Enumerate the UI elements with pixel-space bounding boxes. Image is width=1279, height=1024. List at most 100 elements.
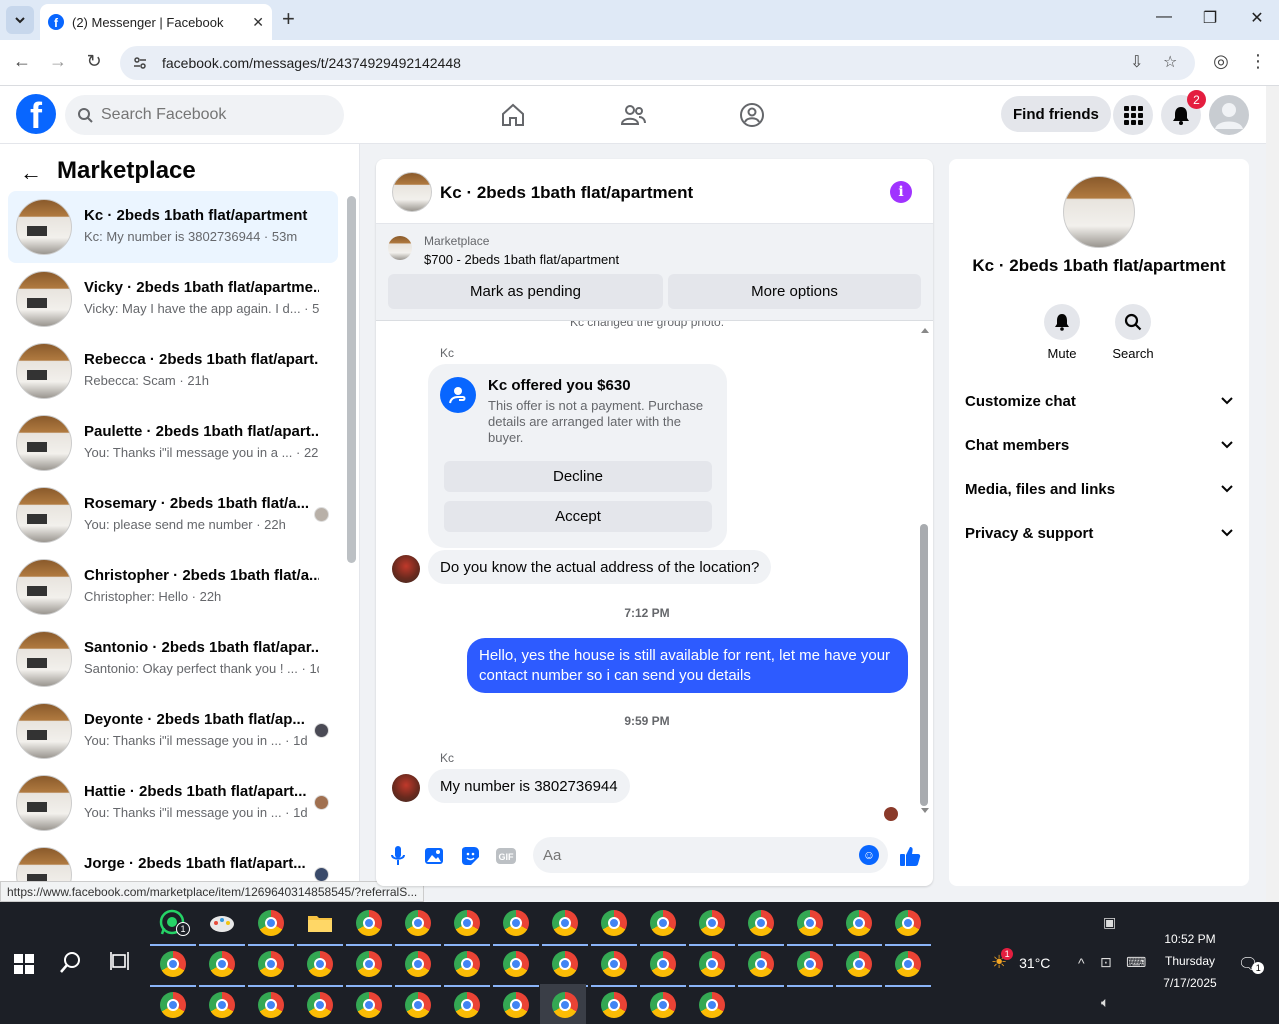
menu-kebab-icon[interactable]: ⋮ xyxy=(1246,51,1270,72)
windows-start-icon[interactable] xyxy=(14,954,34,974)
page-scrollbar[interactable] xyxy=(1266,86,1279,902)
window-close-icon[interactable]: ✕ xyxy=(1245,8,1269,28)
chrome-icon[interactable] xyxy=(452,990,482,1020)
chrome-icon[interactable] xyxy=(493,908,539,946)
photo-icon[interactable] xyxy=(422,844,446,868)
search-input[interactable] xyxy=(101,106,321,124)
network-icon[interactable]: ⊡ xyxy=(1100,954,1112,971)
conversation-item[interactable]: Vicky · 2beds 1bath flat/apartme... Vick… xyxy=(8,263,338,335)
chrome-icon[interactable] xyxy=(354,990,384,1020)
chrome-icon[interactable] xyxy=(738,908,784,946)
chrome-icon[interactable] xyxy=(248,949,294,987)
file-explorer-icon[interactable] xyxy=(297,908,343,946)
chrome-icon[interactable] xyxy=(836,949,882,987)
back-arrow-icon[interactable]: ← xyxy=(10,51,34,72)
home-icon[interactable] xyxy=(493,98,533,132)
chat-members-section[interactable]: Chat members xyxy=(965,430,1233,460)
info-icon[interactable]: i xyxy=(890,181,912,203)
chrome-icon[interactable] xyxy=(885,908,931,946)
menu-grid-icon[interactable] xyxy=(1113,95,1153,135)
chat-scrollbar-thumb[interactable] xyxy=(920,524,928,806)
back-arrow-icon[interactable]: ← xyxy=(20,160,42,186)
chat-title[interactable]: Kc · 2beds 1bath flat/apartment xyxy=(440,183,693,203)
url-text[interactable]: facebook.com/messages/t/2437492949214244… xyxy=(162,55,461,71)
forward-arrow-icon[interactable]: → xyxy=(46,51,70,72)
chrome-icon[interactable] xyxy=(444,908,490,946)
chrome-icon[interactable] xyxy=(640,908,686,946)
keyboard-icon[interactable]: ⌨ xyxy=(1126,954,1146,971)
privacy-support-section[interactable]: Privacy & support xyxy=(965,518,1233,548)
chrome-icon[interactable] xyxy=(158,990,188,1020)
groups-icon[interactable] xyxy=(732,98,772,132)
friends-icon[interactable] xyxy=(613,98,653,132)
conversation-item[interactable]: Deyonte · 2beds 1bath flat/ap... You: Th… xyxy=(8,695,338,767)
chrome-icon[interactable] xyxy=(150,949,196,987)
sticker-icon[interactable] xyxy=(458,844,482,868)
clock-time[interactable]: 10:52 PM xyxy=(1160,932,1220,946)
chrome-icon[interactable] xyxy=(493,949,539,987)
facebook-logo-icon[interactable]: f xyxy=(16,94,56,134)
mark-as-pending-button[interactable]: Mark as pending xyxy=(388,274,663,309)
chrome-icon[interactable] xyxy=(787,949,833,987)
message-input[interactable] xyxy=(543,837,843,873)
chrome-icon[interactable] xyxy=(542,908,588,946)
chrome-icon[interactable] xyxy=(305,990,335,1020)
chrome-icon[interactable] xyxy=(346,908,392,946)
chrome-icon[interactable] xyxy=(689,908,735,946)
clock-day[interactable]: Thursday xyxy=(1160,954,1220,968)
chrome-icon[interactable] xyxy=(444,949,490,987)
chrome-icon[interactable] xyxy=(207,990,237,1020)
browser-tab-active[interactable]: f (2) Messenger | Facebook ✕ xyxy=(40,4,272,40)
volume-icon[interactable]: 🔈︎ xyxy=(1101,994,1109,1011)
chrome-icon[interactable] xyxy=(689,949,735,987)
conversation-item[interactable]: Rebecca · 2beds 1bath flat/apart... Rebe… xyxy=(8,335,338,407)
conversation-item[interactable]: Hattie · 2beds 1bath flat/apart... You: … xyxy=(8,767,338,839)
chrome-icon[interactable] xyxy=(697,990,727,1020)
site-settings-icon[interactable] xyxy=(132,55,148,71)
find-friends-button[interactable]: Find friends xyxy=(1001,96,1111,132)
sender-avatar[interactable] xyxy=(392,555,420,583)
conversation-list-scrollbar[interactable] xyxy=(347,196,356,563)
chrome-icon[interactable] xyxy=(599,990,629,1020)
conversation-item[interactable]: Christopher · 2beds 1bath flat/a... Chri… xyxy=(8,551,338,623)
new-tab-icon[interactable]: + xyxy=(282,8,295,30)
weather-widget[interactable]: ☀ 1 31°C xyxy=(991,948,1050,973)
chrome-icon[interactable] xyxy=(787,908,833,946)
install-app-icon[interactable]: ⇩ xyxy=(1130,52,1143,72)
chrome-icon[interactable] xyxy=(199,949,245,987)
media-files-links-section[interactable]: Media, files and links xyxy=(965,474,1233,504)
more-options-button[interactable]: More options xyxy=(668,274,921,309)
emoji-icon[interactable]: ☺ xyxy=(859,845,879,865)
chrome-icon[interactable] xyxy=(836,908,882,946)
chrome-icon[interactable] xyxy=(542,949,588,987)
sender-avatar[interactable] xyxy=(392,774,420,802)
address-bar[interactable]: facebook.com/messages/t/2437492949214244… xyxy=(120,46,1195,80)
listing-thumbnail[interactable] xyxy=(388,236,412,260)
chrome-icon[interactable] xyxy=(648,990,678,1020)
chat-details-avatar[interactable] xyxy=(1063,176,1135,248)
chrome-icon[interactable] xyxy=(395,908,441,946)
reload-icon[interactable]: ↻ xyxy=(82,51,106,72)
task-view-icon[interactable] xyxy=(108,949,138,979)
chrome-icon[interactable] xyxy=(346,949,392,987)
minimize-icon[interactable]: — xyxy=(1152,8,1176,26)
facebook-search[interactable] xyxy=(65,95,344,135)
accept-button[interactable]: Accept xyxy=(444,501,712,532)
listing-price[interactable]: $700 - 2beds 1bath flat/apartment xyxy=(424,252,619,267)
tab-search-button[interactable] xyxy=(6,6,34,34)
chrome-icon[interactable] xyxy=(248,908,294,946)
gif-icon[interactable]: GIF xyxy=(494,844,518,868)
chrome-icon[interactable] xyxy=(640,949,686,987)
meet-now-icon[interactable]: ▣ xyxy=(1103,914,1116,931)
notification-center-icon[interactable]: 🗨︎ 1 xyxy=(1238,954,1265,974)
chrome-icon[interactable] xyxy=(501,990,531,1020)
profile-icon[interactable]: ◎ xyxy=(1209,51,1233,72)
chrome-icon[interactable] xyxy=(591,908,637,946)
message-input-box[interactable]: ☺ xyxy=(533,837,888,873)
paint-app-icon[interactable] xyxy=(199,908,245,946)
chrome-icon[interactable] xyxy=(591,949,637,987)
conversation-item[interactable]: Kc · 2beds 1bath flat/apartment Kc: My n… xyxy=(8,191,338,263)
account-avatar[interactable] xyxy=(1209,95,1249,135)
bookmark-star-icon[interactable]: ☆ xyxy=(1163,52,1177,72)
mute-button[interactable]: Mute xyxy=(1032,304,1092,361)
